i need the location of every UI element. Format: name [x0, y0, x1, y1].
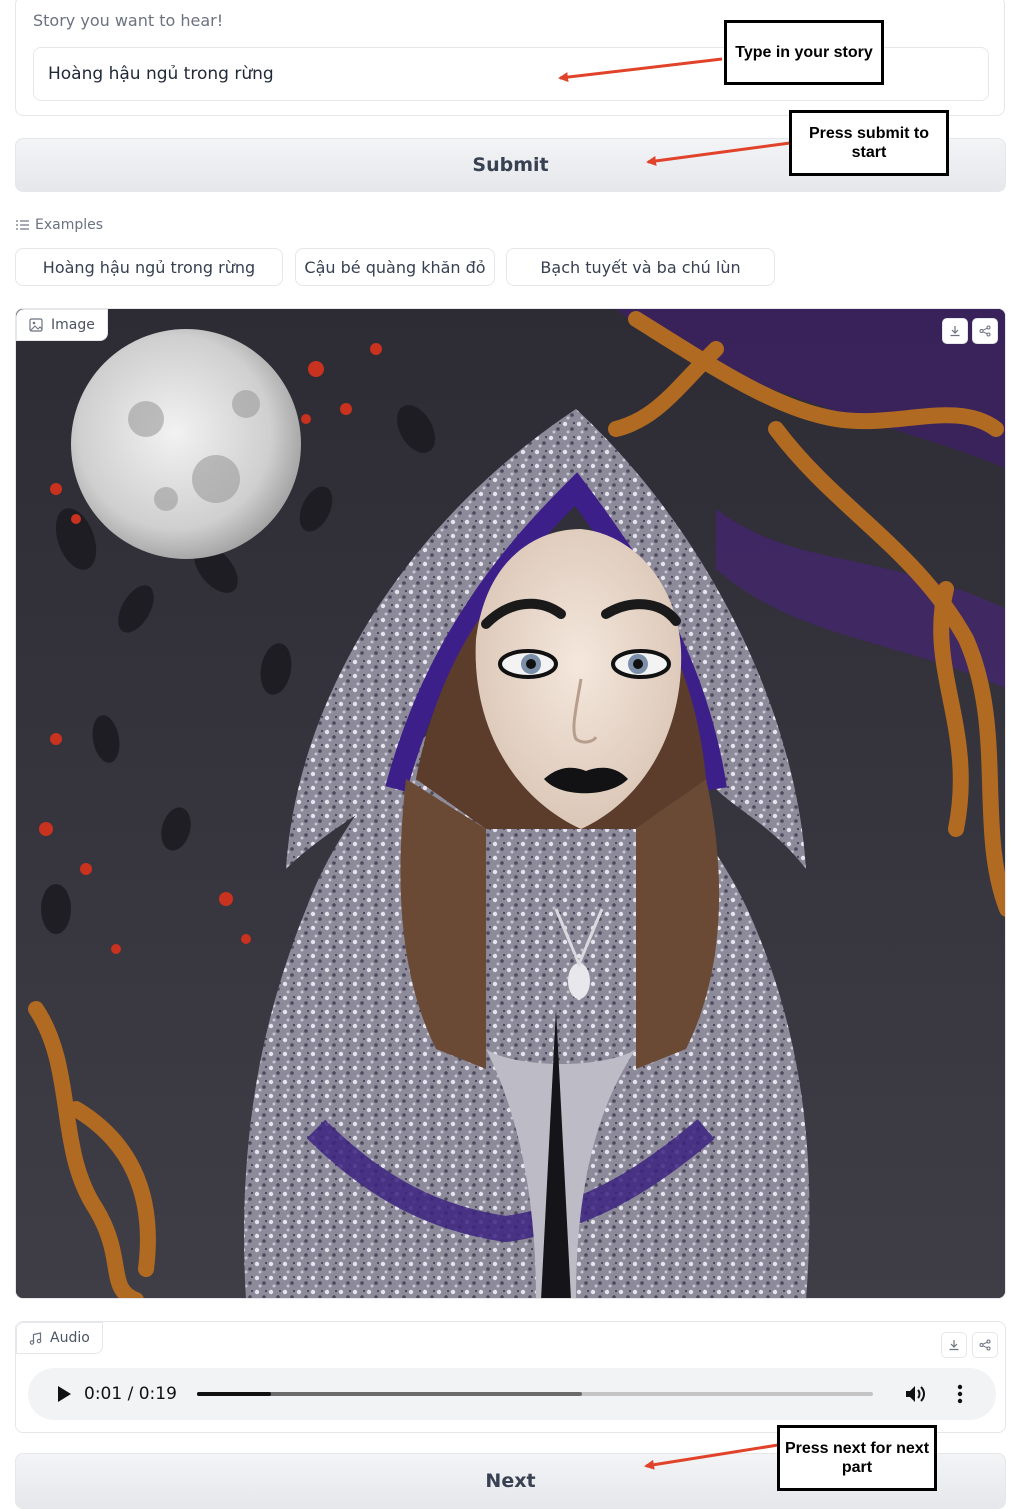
- more-options-icon[interactable]: [957, 1384, 963, 1404]
- share-icon: [979, 1339, 991, 1351]
- play-icon[interactable]: [56, 1385, 72, 1403]
- callout-type-story: Type in your story: [724, 20, 884, 85]
- audio-share-button[interactable]: [972, 1332, 998, 1358]
- example-button-1[interactable]: Hoàng hậu ngủ trong rừng: [15, 248, 283, 286]
- audio-label-tag: Audio: [16, 1322, 103, 1354]
- image-panel: Image: [15, 308, 1006, 1299]
- audio-time-display: 0:01 / 0:19: [84, 1384, 177, 1404]
- callout-press-submit: Press submit to start: [789, 110, 949, 176]
- audio-download-button[interactable]: [941, 1332, 967, 1358]
- image-label-tag: Image: [16, 309, 108, 341]
- audio-progress-bar: [196, 1392, 272, 1396]
- music-note-icon: [29, 1331, 42, 1345]
- download-icon: [950, 326, 960, 337]
- download-icon: [949, 1340, 959, 1351]
- examples-header: Examples: [16, 217, 103, 233]
- audio-panel: Audio 0:01 / 0:19: [15, 1321, 1006, 1433]
- story-input-label: Story you want to hear!: [33, 11, 224, 30]
- example-button-3[interactable]: Bạch tuyết và ba chú lùn: [506, 248, 775, 286]
- callout-press-next: Press next for next part: [777, 1425, 937, 1491]
- volume-icon[interactable]: [905, 1384, 927, 1404]
- image-label: Image: [51, 317, 95, 333]
- audio-label: Audio: [50, 1330, 90, 1346]
- list-icon: [16, 220, 29, 230]
- audio-seek-bar[interactable]: [196, 1392, 873, 1396]
- audio-player: 0:01 / 0:19: [28, 1368, 996, 1420]
- image-download-button[interactable]: [942, 318, 968, 344]
- generated-story-illustration: [16, 309, 1005, 1298]
- share-icon: [979, 325, 991, 337]
- image-share-button[interactable]: [972, 318, 998, 344]
- image-icon: [29, 318, 43, 332]
- example-button-2[interactable]: Cậu bé quàng khăn đỏ: [295, 248, 495, 286]
- examples-title: Examples: [35, 217, 104, 233]
